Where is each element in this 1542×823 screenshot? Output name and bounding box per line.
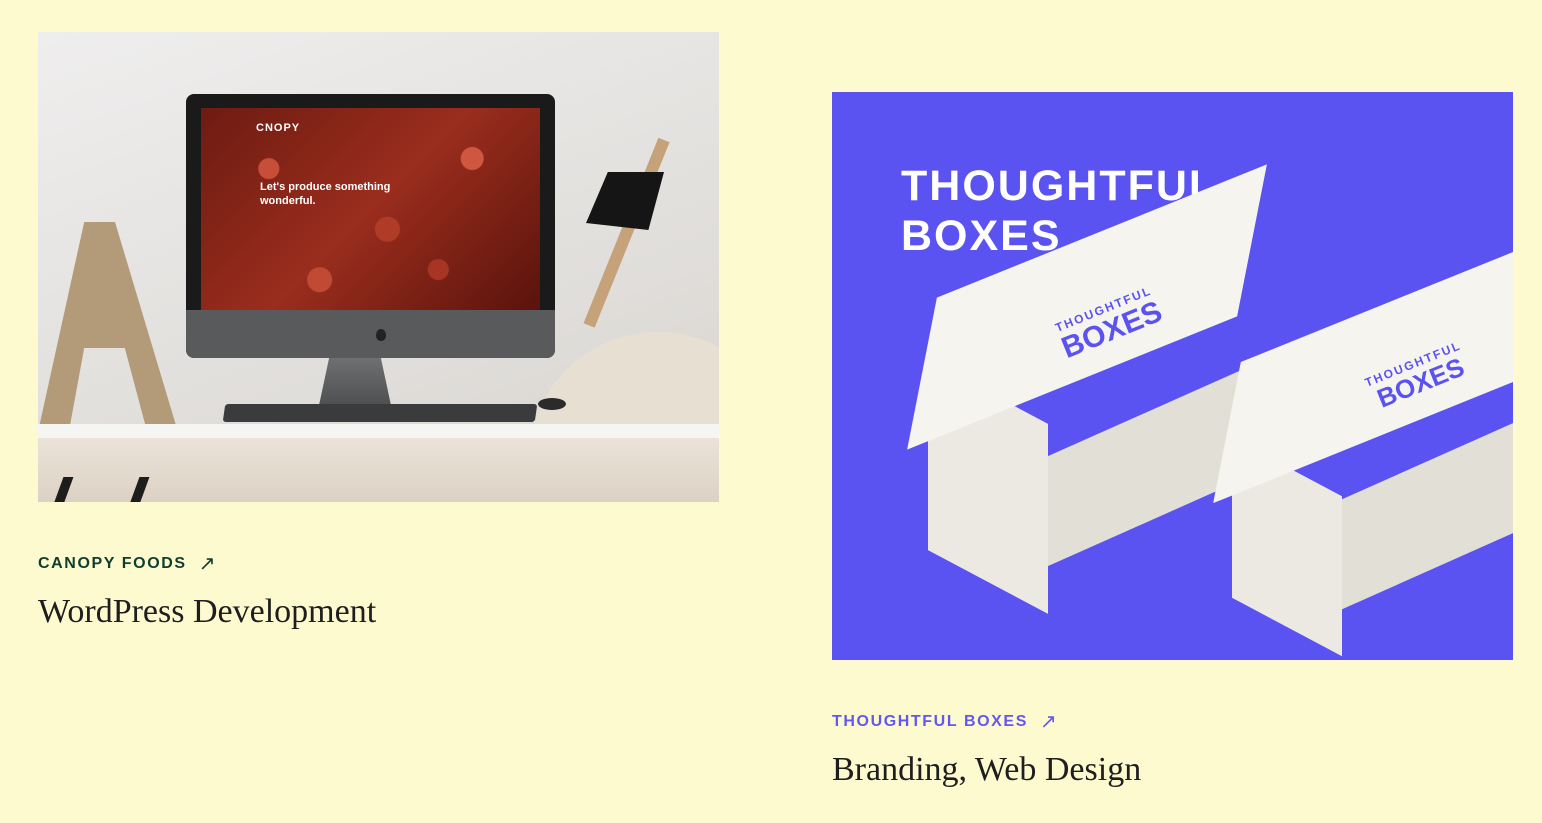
image-keyboard bbox=[222, 404, 538, 422]
image-mouse bbox=[538, 398, 566, 410]
thoughtful-boxes-project-image[interactable]: THOUGHTFUL BOXES THOUGHTFUL BOXES THOUGH… bbox=[832, 92, 1513, 660]
portfolio-card-thoughtful-boxes: THOUGHTFUL BOXES THOUGHTFUL BOXES THOUGH… bbox=[832, 92, 1513, 789]
image-monitor-chin bbox=[186, 310, 555, 358]
thoughtful-boxes-subtitle: Branding, Web Design bbox=[832, 751, 1142, 788]
portfolio-card-canopy: CNOPY Let's produce something wonderful.… bbox=[38, 32, 719, 631]
arrow-up-right-icon: ↗ bbox=[198, 553, 218, 575]
arrow-up-right-icon: ↗ bbox=[1039, 711, 1059, 733]
canopy-foods-label: CANOPY FOODS bbox=[38, 555, 187, 572]
canopy-foods-link[interactable]: CANOPY FOODS ↗ bbox=[38, 554, 217, 574]
image-monitor-screen bbox=[201, 108, 540, 310]
thoughtful-boxes-link[interactable]: THOUGHTFUL BOXES ↗ bbox=[832, 712, 1058, 732]
image-screen-headline: Let's produce something wonderful. bbox=[260, 181, 391, 208]
image-screen-brand: CNOPY bbox=[256, 122, 301, 134]
image-desk-top bbox=[38, 424, 719, 438]
apple-logo-icon bbox=[376, 329, 386, 341]
image-monitor-stand bbox=[318, 358, 392, 410]
canopy-project-image[interactable]: CNOPY Let's produce something wonderful. bbox=[38, 32, 719, 502]
canopy-subtitle: WordPress Development bbox=[38, 593, 377, 630]
thoughtful-boxes-label: THOUGHTFUL BOXES bbox=[832, 713, 1028, 730]
